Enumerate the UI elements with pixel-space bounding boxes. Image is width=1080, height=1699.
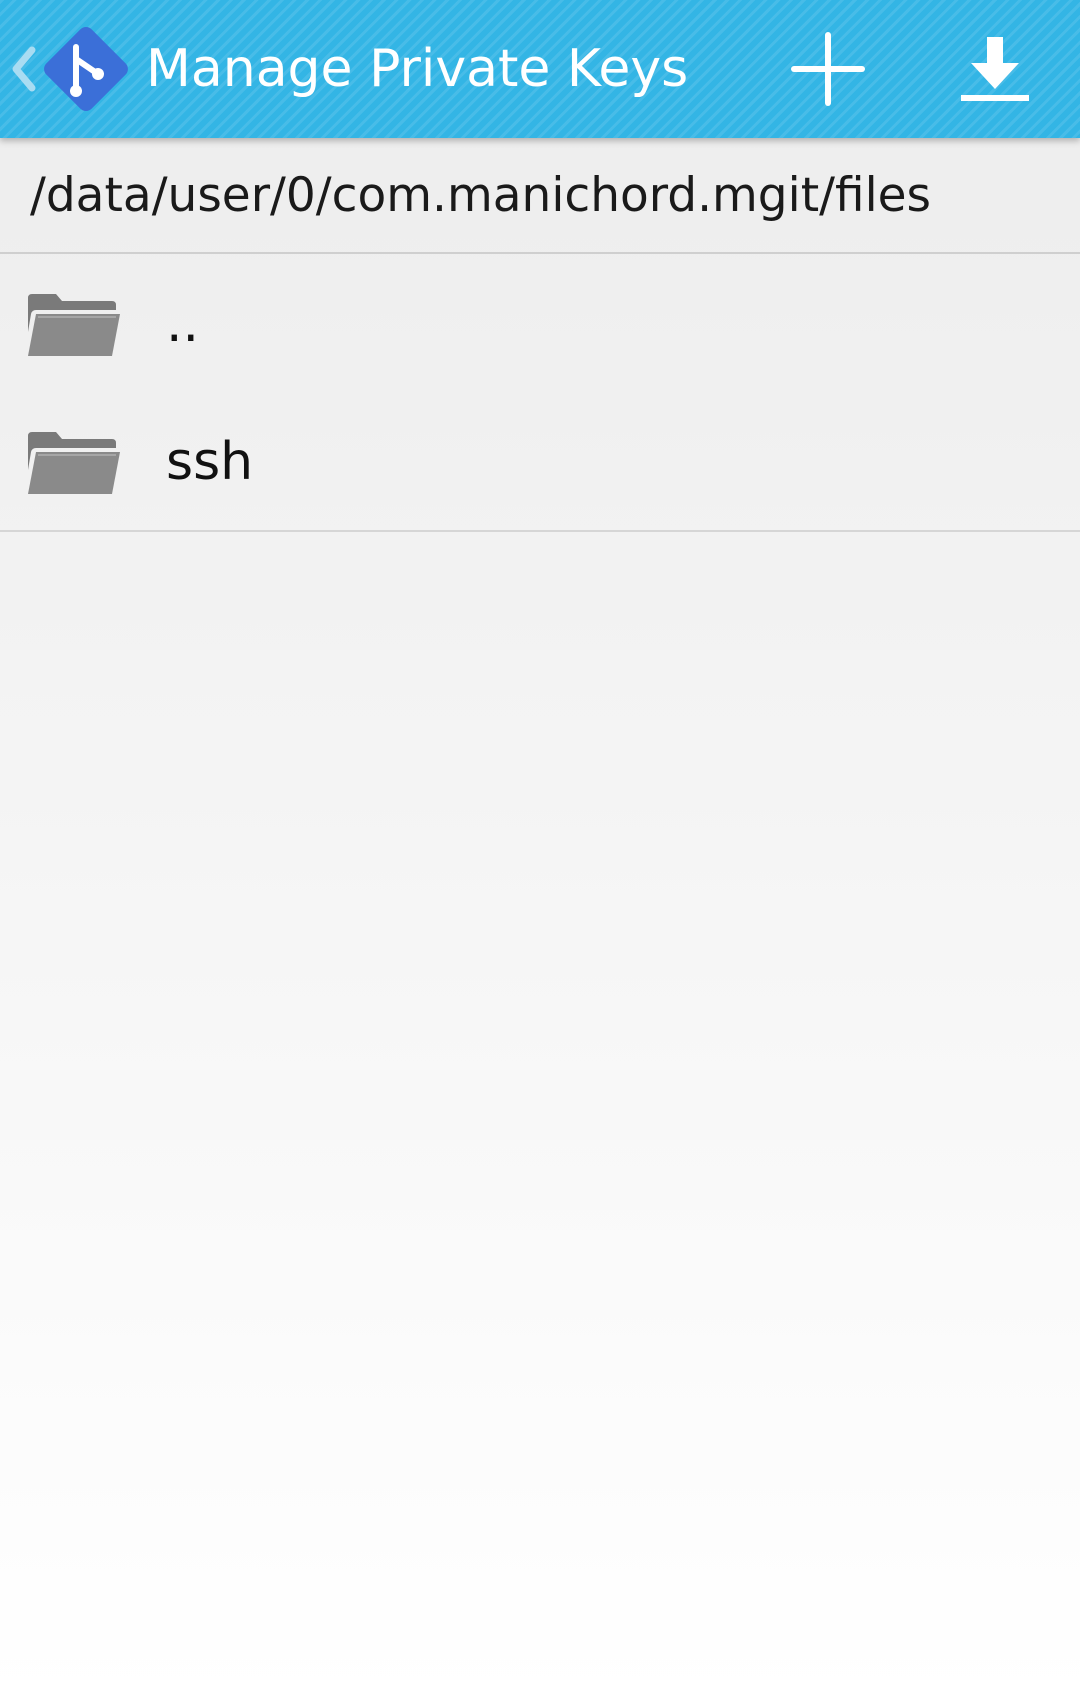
folder-icon <box>28 294 120 356</box>
file-row-ssh[interactable]: ssh <box>0 392 1080 530</box>
up-caret-icon[interactable] <box>8 44 38 94</box>
file-name: .. <box>166 294 200 354</box>
page-title: Manage Private Keys <box>146 39 689 99</box>
current-path: /data/user/0/com.manichord.mgit/files <box>30 168 932 223</box>
current-path-header: /data/user/0/com.manichord.mgit/files <box>0 138 1080 254</box>
file-name: ssh <box>166 432 254 492</box>
file-list: .. ssh <box>0 254 1080 532</box>
import-key-button[interactable] <box>935 19 1055 119</box>
git-logo-icon[interactable] <box>36 19 136 119</box>
folder-icon <box>28 432 120 494</box>
download-icon <box>961 37 1029 101</box>
plus-icon <box>791 32 865 106</box>
file-row-parent[interactable]: .. <box>0 254 1080 392</box>
add-key-button[interactable] <box>768 19 888 119</box>
action-bar: Manage Private Keys <box>0 0 1080 138</box>
